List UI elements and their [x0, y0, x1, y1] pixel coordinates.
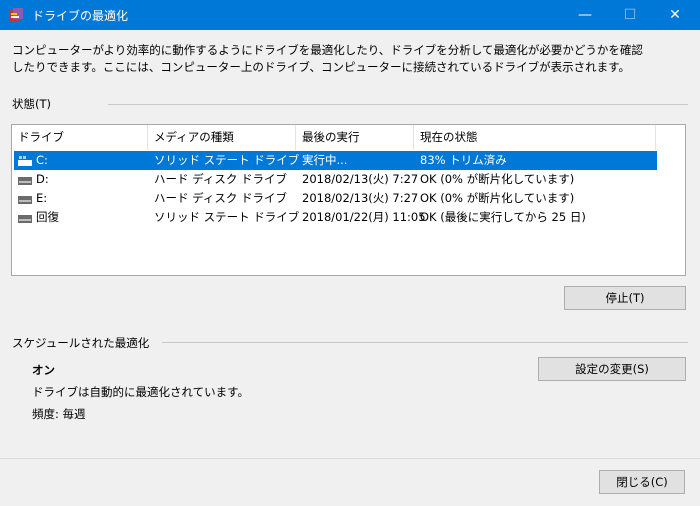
current-status: OK (0% が断片化しています) [420, 172, 575, 186]
last-run: 実行中... [302, 153, 348, 167]
current-status: 83% トリム済み [420, 153, 507, 167]
column-header-media-type[interactable]: メディアの種類 [148, 125, 296, 150]
schedule-frequency: 頻度: 毎週 [32, 407, 86, 421]
media-type: ハード ディスク ドライブ [154, 172, 288, 186]
status-section-label: 状態(T) [12, 97, 51, 111]
drive-list[interactable]: ドライブ メディアの種類 最後の実行 現在の状態 C: ソリッド ステート ドラ… [11, 124, 686, 276]
drive-icon [18, 215, 32, 223]
column-header-drive[interactable]: ドライブ [12, 125, 148, 150]
last-run: 2018/02/13(火) 7:27 [302, 191, 419, 205]
minimize-icon: — [578, 7, 592, 23]
drive-letter: D: [36, 172, 49, 186]
description-text: コンピューターがより効率的に動作するようにドライブを最適化したり、ドライブを分析… [12, 43, 643, 74]
drive-row[interactable]: 回復 ソリッド ステート ドライブ 2018/01/22(月) 11:05 OK… [14, 208, 657, 227]
media-type: ハード ディスク ドライブ [154, 191, 288, 205]
defrag-app-icon [9, 8, 23, 21]
drive-row[interactable]: E: ハード ディスク ドライブ 2018/02/13(火) 7:27 OK (… [14, 189, 657, 208]
maximize-icon: ☐ [623, 7, 637, 23]
last-run: 2018/02/13(火) 7:27 [302, 172, 419, 186]
drive-letter: C: [36, 153, 48, 167]
drive-icon [18, 196, 32, 204]
maximize-button[interactable]: ☐ [607, 0, 653, 30]
media-type: ソリッド ステート ドライブ [154, 210, 300, 224]
last-run: 2018/01/22(月) 11:05 [302, 210, 426, 224]
drive-list-header: ドライブ メディアの種類 最後の実行 現在の状態 [12, 125, 685, 150]
schedule-section-divider [162, 342, 688, 343]
dialog-footer: 閉じる(C) [0, 458, 700, 506]
column-header-current-status[interactable]: 現在の状態 [414, 125, 656, 150]
schedule-auto-text: ドライブは自動的に最適化されています。 [32, 385, 250, 399]
close-button[interactable]: 閉じる(C) [599, 470, 685, 494]
minimize-button[interactable]: — [562, 0, 608, 30]
title-bar: ドライブの最適化 — ☐ ✕ [0, 0, 700, 30]
status-section-divider [108, 104, 688, 105]
media-type: ソリッド ステート ドライブ [154, 153, 300, 167]
drive-row[interactable]: C: ソリッド ステート ドライブ 実行中... 83% トリム済み [14, 151, 657, 170]
current-status: OK (0% が断片化しています) [420, 191, 575, 205]
current-status: OK (最後に実行してから 25 日) [420, 210, 586, 224]
change-settings-button[interactable]: 設定の変更(S) [538, 357, 686, 381]
drive-icon [18, 177, 32, 185]
window-title: ドライブの最適化 [32, 9, 129, 23]
column-header-last-run[interactable]: 最後の実行 [296, 125, 414, 150]
stop-button[interactable]: 停止(T) [564, 286, 686, 310]
schedule-section-label: スケジュールされた最適化 [12, 336, 150, 350]
drive-row[interactable]: D: ハード ディスク ドライブ 2018/02/13(火) 7:27 OK (… [14, 170, 657, 189]
schedule-state: オン [32, 363, 55, 377]
drive-letter: E: [36, 191, 48, 205]
close-window-button[interactable]: ✕ [652, 0, 698, 30]
drive-letter: 回復 [36, 210, 59, 224]
windows-drive-icon [18, 156, 32, 166]
close-icon: ✕ [669, 7, 681, 23]
